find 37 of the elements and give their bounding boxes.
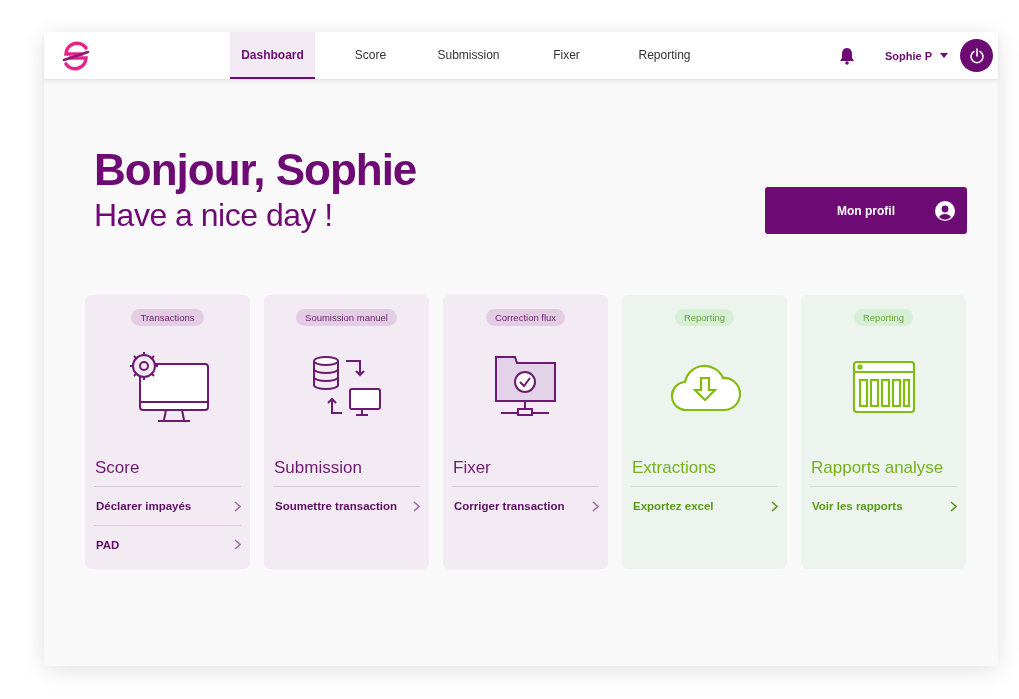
profile-button[interactable]: Mon profil xyxy=(765,187,967,234)
chevron-right-icon xyxy=(413,500,420,512)
bell-icon[interactable] xyxy=(838,46,855,65)
greeting-heading: Bonjour, Sophie xyxy=(94,144,417,196)
chevron-right-icon xyxy=(234,500,241,512)
category-tag: Correction flux xyxy=(485,309,566,326)
dashboard-window-icon xyxy=(851,360,916,414)
database-transfer-icon xyxy=(311,355,382,419)
caret-icon xyxy=(940,53,948,58)
card-link[interactable]: Soumettre transaction xyxy=(273,487,420,525)
chevron-right-icon xyxy=(771,500,778,512)
category-tag: Reporting xyxy=(674,309,735,326)
nav-tab[interactable]: Reporting xyxy=(622,32,707,79)
card-title: Score xyxy=(94,458,241,487)
card-title: Rapports analyse xyxy=(810,458,957,487)
power-icon xyxy=(968,47,985,64)
card-title: Submission xyxy=(273,458,420,487)
chevron-right-icon xyxy=(234,539,241,550)
account-icon xyxy=(935,200,955,221)
nav-tab[interactable]: Fixer xyxy=(524,32,609,79)
card-link[interactable]: PAD xyxy=(94,525,241,563)
chevron-right-icon xyxy=(950,500,957,512)
card-title: Fixer xyxy=(452,458,599,487)
category-tag: Soumission manuel xyxy=(296,309,397,326)
greeting-subtitle: Have a nice day ! xyxy=(94,196,334,234)
chevron-right-icon xyxy=(592,500,599,512)
category-tag: Transactions xyxy=(131,309,204,326)
nav-tab[interactable]: Submission xyxy=(426,32,511,79)
card-title: Extractions xyxy=(631,458,778,487)
logo-icon xyxy=(60,39,92,72)
category-tag: Reporting xyxy=(853,309,914,326)
nav-tab[interactable]: Dashboard xyxy=(230,32,315,79)
nav-tab[interactable]: Score xyxy=(328,32,413,79)
card-link[interactable]: Déclarer impayés xyxy=(94,487,241,525)
power-button[interactable] xyxy=(960,39,993,72)
user-menu[interactable]: Sophie P xyxy=(884,49,948,62)
card-link[interactable]: Corriger transaction xyxy=(452,487,599,525)
